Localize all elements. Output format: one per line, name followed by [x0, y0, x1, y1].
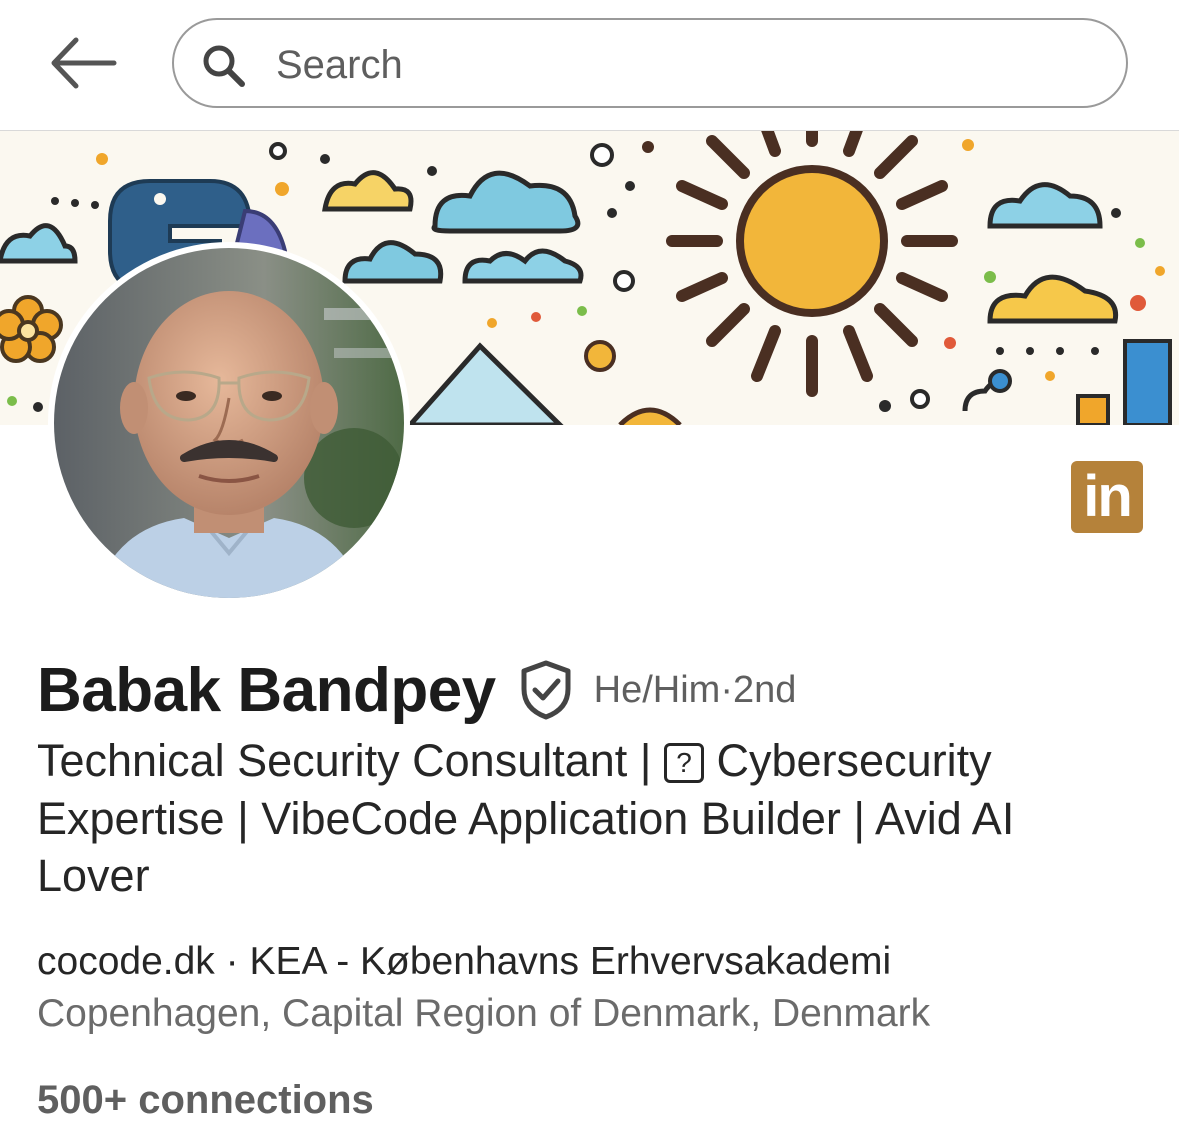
- profile-name-row: Babak Bandpey He/Him · 2nd: [37, 650, 796, 730]
- search-input[interactable]: [274, 38, 1098, 92]
- unknown-symbol-icon: ?: [664, 743, 704, 783]
- connection-degree: 2nd: [733, 668, 797, 711]
- search-bar[interactable]: [172, 18, 1128, 108]
- profile-avatar[interactable]: [48, 242, 410, 604]
- top-bar: [0, 0, 1179, 132]
- school-link[interactable]: KEA - Københavns Erhvervsakademi: [249, 940, 891, 983]
- company-school-line: cocode.dk · KEA - Københavns Erhvervsaka…: [37, 940, 891, 984]
- headline-part-1: Technical Security Consultant |: [37, 735, 664, 786]
- search-icon: [203, 45, 245, 87]
- company-link[interactable]: cocode.dk: [37, 940, 215, 983]
- connections-count[interactable]: 500+ connections: [37, 1078, 374, 1123]
- company-separator: ·: [214, 940, 250, 983]
- profile-headline: Technical Security Consultant | ? Cybers…: [37, 732, 1137, 905]
- profile-location: Copenhagen, Capital Region of Denmark, D…: [37, 992, 931, 1035]
- arrow-left-icon: [51, 37, 117, 89]
- back-button[interactable]: [44, 28, 124, 98]
- avatar-photo: [54, 248, 404, 598]
- linkedin-badge[interactable]: in: [1071, 461, 1143, 533]
- shield-check-icon[interactable]: [518, 659, 574, 721]
- degree-separator: ·: [720, 668, 733, 711]
- pronouns: He/Him: [593, 668, 721, 711]
- profile-name: Babak Bandpey: [37, 655, 496, 725]
